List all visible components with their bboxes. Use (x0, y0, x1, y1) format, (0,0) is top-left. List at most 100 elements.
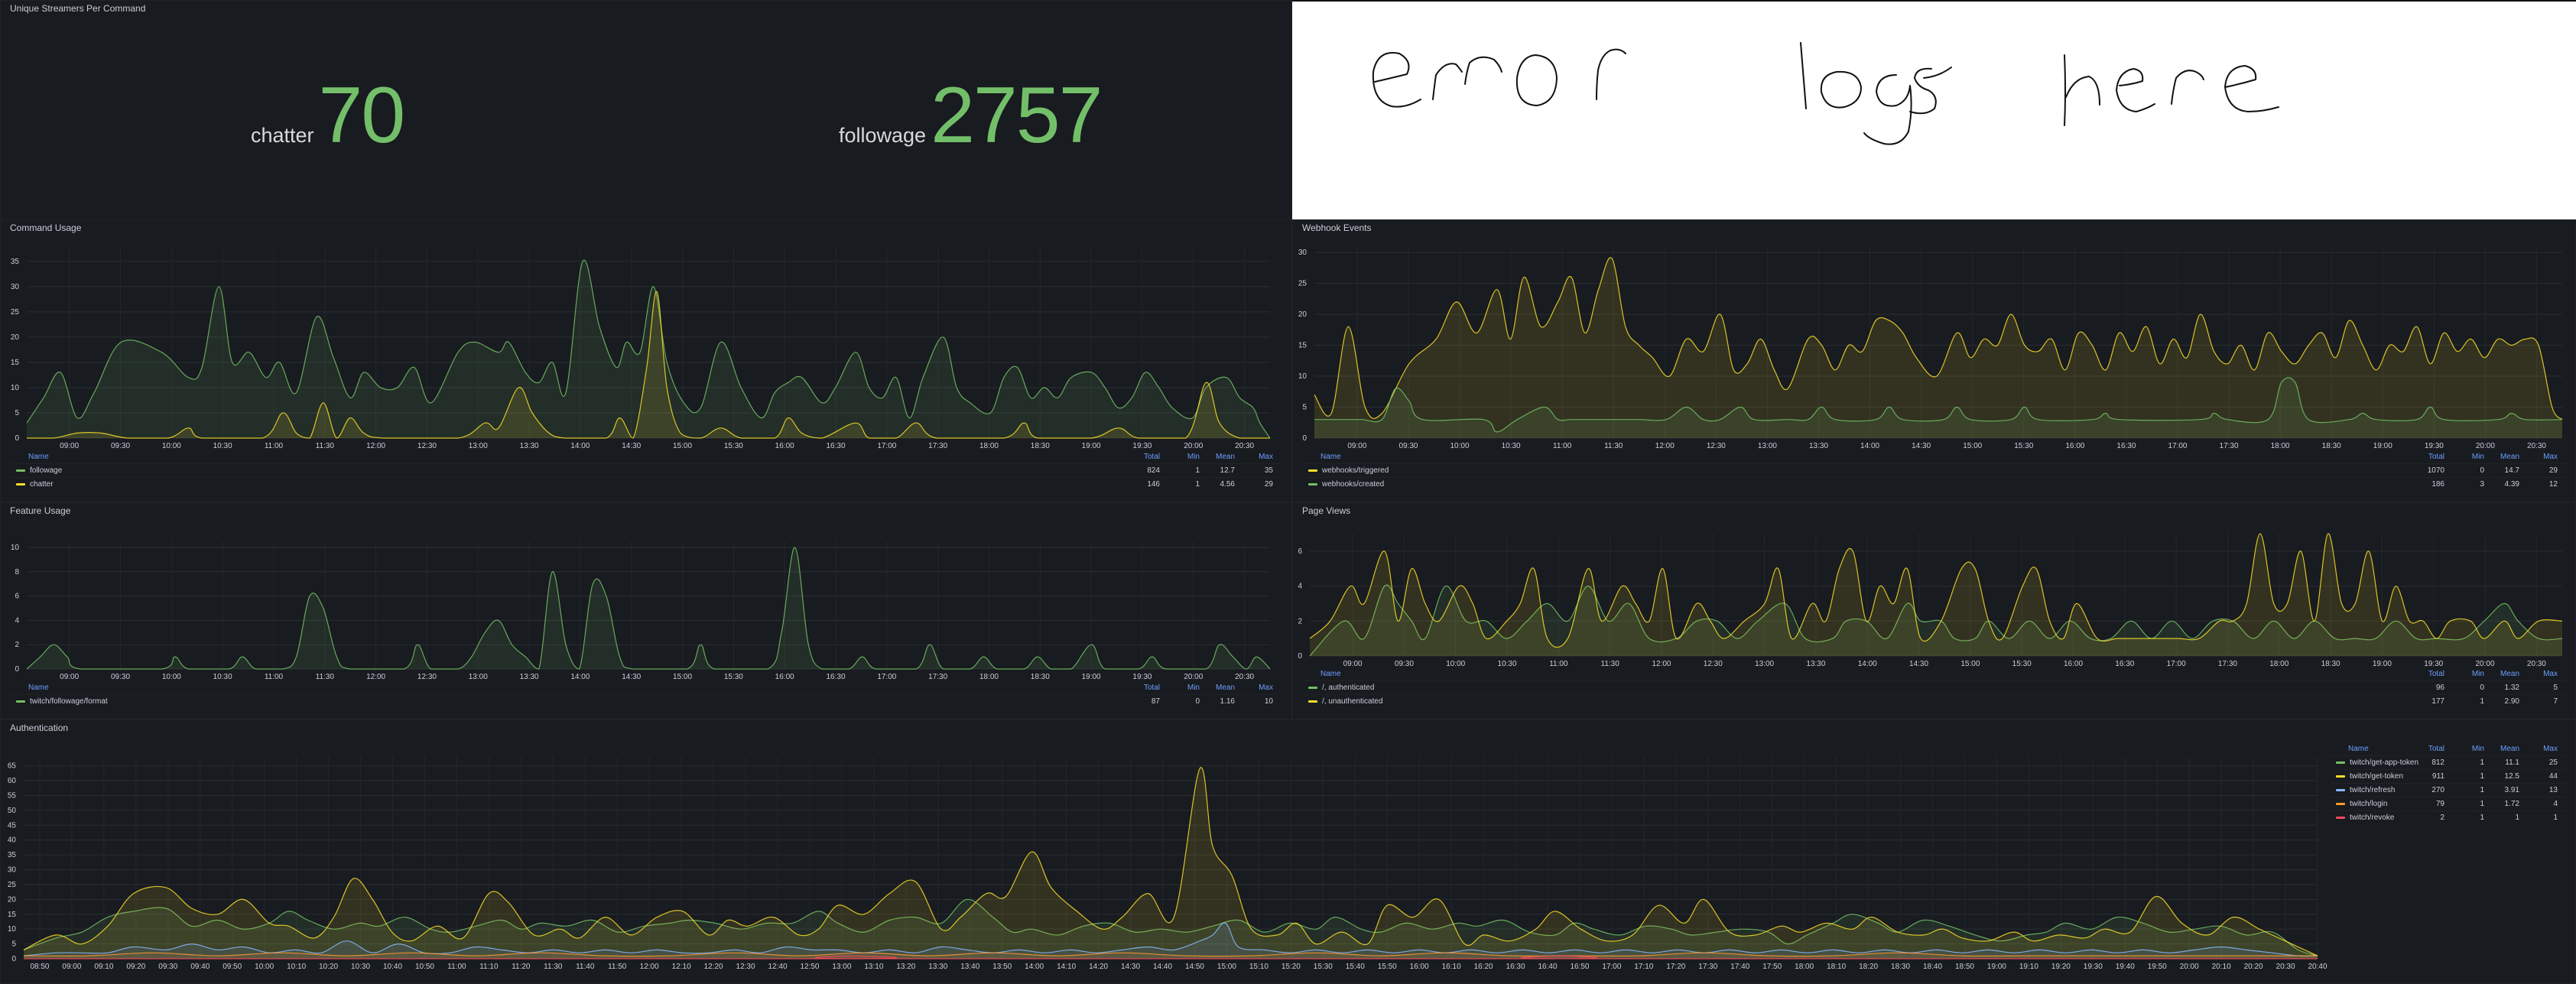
legend-header-max[interactable]: Max (1259, 453, 1273, 461)
y-tick-label: 0 (15, 665, 19, 674)
x-tick-label: 19:40 (2116, 963, 2135, 971)
x-tick-label: 15:10 (1249, 963, 1269, 971)
legend-header-total[interactable]: Total (1144, 684, 1160, 692)
legend-header-min[interactable]: Min (2472, 453, 2484, 461)
legend-series-name[interactable]: twitch/get-app-token (2350, 758, 2418, 767)
legend-header-max[interactable]: Max (1259, 684, 1273, 692)
x-tick-label: 12:30 (417, 442, 437, 450)
legend-header-total[interactable]: Total (2428, 745, 2444, 753)
legend-header-max[interactable]: Max (2543, 670, 2558, 678)
legend-row[interactable]: followage 824 1 12.7 35 (10, 463, 1282, 478)
legend-series-name[interactable]: webhooks/created (1322, 480, 1384, 489)
legend-header-mean[interactable]: Mean (1216, 684, 1235, 692)
legend-header-max[interactable]: Max (2543, 453, 2558, 461)
legend-header-total[interactable]: Total (1144, 453, 1160, 461)
page-views-chart[interactable]: 0 2 4 6 09:00 09:30 10:00 10:30 11:00 11:30 12:00 1… (1293, 503, 2576, 679)
x-tick-label: 16:30 (826, 673, 845, 681)
legend-series-name[interactable]: chatter (30, 480, 54, 489)
legend-header-name[interactable]: Name (1320, 453, 1341, 461)
legend-series-name[interactable]: twitch/revoke (2350, 814, 2394, 822)
x-tick-label: 13:00 (832, 963, 851, 971)
legend-header-max[interactable]: Max (2543, 745, 2558, 753)
panel-title[interactable]: Unique Streamers Per Command (10, 3, 145, 14)
x-tick-label: 10:30 (213, 442, 232, 450)
legend-series-name[interactable]: twitch/login (2350, 800, 2387, 808)
series-area--unauthenticated (1310, 533, 2562, 656)
legend-row[interactable]: chatter 146 1 4.56 29 (10, 477, 1282, 492)
x-tick-label: 18:30 (2322, 442, 2341, 450)
legend-header-mean[interactable]: Mean (2500, 670, 2519, 678)
legend-header-name[interactable]: Name (28, 453, 49, 461)
webhook-events-chart[interactable]: 0 5 10 15 20 25 30 09:00 09:30 10:00 10:30 11:00 11:… (1293, 220, 2576, 465)
x-tick-label: 12:30 (417, 673, 437, 681)
legend-value-mean: 14.7 (2504, 466, 2519, 475)
legend-series-name[interactable]: twitch/followage/format (30, 697, 108, 706)
x-tick-label: 12:40 (768, 963, 787, 971)
x-tick-label: 19:30 (2084, 963, 2103, 971)
legend-header-total[interactable]: Total (2428, 670, 2444, 678)
legend-header-name[interactable]: Name (1320, 670, 1341, 678)
x-tick-label: 12:00 (366, 673, 385, 681)
legend-header-name[interactable]: Name (2348, 745, 2369, 753)
legend-header-mean[interactable]: Mean (2500, 453, 2519, 461)
x-tick-label: 10:30 (351, 963, 370, 971)
x-tick-label: 12:50 (800, 963, 819, 971)
x-tick-label: 16:00 (2065, 442, 2084, 450)
x-tick-label: 10:00 (255, 963, 274, 971)
legend-value-mean: 12.5 (2504, 772, 2519, 781)
y-tick-label: 5 (11, 940, 16, 949)
x-tick-label: 09:30 (111, 442, 130, 450)
legend-value-total: 146 (1147, 480, 1160, 489)
stat-label: followage (839, 124, 927, 147)
legend-header-name[interactable]: Name (28, 684, 49, 692)
x-tick-label: 15:00 (673, 442, 692, 450)
legend-header-min[interactable]: Min (2472, 670, 2484, 678)
legend-row[interactable]: twitch/get-token 911 1 12.5 44 (2330, 769, 2567, 784)
legend-row[interactable]: webhooks/created 186 3 4.39 12 (1302, 477, 2567, 492)
x-tick-label: 18:30 (1891, 963, 1910, 971)
legend-series-name[interactable]: twitch/refresh (2350, 786, 2395, 794)
x-tick-label: 10:20 (319, 963, 338, 971)
webhook-events-panel: Webhook Events 0 5 10 15 20 25 30 09:00 09:30 10:… (1292, 219, 2576, 502)
x-tick-label: 14:30 (1912, 442, 1931, 450)
legend-row[interactable]: /, authenticated 96 0 1.32 5 (1302, 680, 2567, 695)
legend-series-name[interactable]: followage (30, 466, 62, 475)
x-tick-label: 18:50 (1955, 963, 1974, 971)
x-tick-label: 20:30 (2276, 963, 2295, 971)
legend-value-min: 1 (2480, 772, 2484, 781)
command-usage-chart[interactable]: 0 5 10 15 20 25 30 35 09:00 09:30 10:00 10:30 11:00 1… (1, 220, 1292, 465)
authentication-chart[interactable]: 0 5 10 15 20 25 30 35 40 45 50 55 60 65 08:50 09:00 09:1… (1, 720, 2333, 976)
legend-row[interactable]: twitch/followage/format 87 0 1.16 10 (10, 694, 1282, 709)
x-tick-label: 19:00 (1987, 963, 2006, 971)
legend-row[interactable]: twitch/login 79 1 1.72 4 (2330, 797, 2567, 811)
legend-series-name[interactable]: /, unauthenticated (1322, 697, 1383, 706)
legend-row[interactable]: twitch/refresh 270 1 3.91 13 (2330, 783, 2567, 797)
legend-header-min[interactable]: Min (1187, 684, 1200, 692)
x-tick-label: 12:30 (1704, 660, 1723, 668)
x-tick-label: 17:30 (928, 673, 947, 681)
legend-header-total[interactable]: Total (2428, 453, 2444, 461)
legend-value-total: 1070 (2427, 466, 2444, 475)
x-tick-label: 18:00 (2271, 442, 2290, 450)
legend-row[interactable]: twitch/revoke 2 1 1 1 (2330, 810, 2567, 825)
legend-series-name[interactable]: twitch/get-token (2350, 772, 2403, 781)
legend-header-mean[interactable]: Mean (1216, 453, 1235, 461)
legend-value-total: 812 (2431, 758, 2444, 767)
legend-row[interactable]: webhooks/triggered 1070 0 14.7 29 (1302, 463, 2567, 478)
x-tick-label: 16:50 (1570, 963, 1589, 971)
x-tick-label: 14:30 (1909, 660, 1928, 668)
legend-series-name[interactable]: /, authenticated (1322, 684, 1374, 692)
legend-row[interactable]: twitch/get-app-token 812 1 11.1 25 (2330, 755, 2567, 770)
legend-header-min[interactable]: Min (1187, 453, 1200, 461)
legend-series-name[interactable]: webhooks/triggered (1322, 466, 1389, 475)
feature-usage-chart[interactable]: 0 2 4 6 8 10 09:00 09:30 10:00 10:30 11:00 11:30 12:… (1, 503, 1292, 694)
legend-row[interactable]: /, unauthenticated 177 1 2.90 7 (1302, 694, 2567, 709)
legend-header-mean[interactable]: Mean (2500, 745, 2519, 753)
x-tick-label: 15:30 (1314, 963, 1333, 971)
x-tick-label: 19:00 (1082, 442, 1101, 450)
x-tick-label: 17:30 (2218, 660, 2237, 668)
x-tick-label: 19:50 (2148, 963, 2167, 971)
x-tick-label: 10:00 (162, 673, 181, 681)
legend-value-mean: 11.1 (2505, 758, 2519, 767)
legend-header-min[interactable]: Min (2472, 745, 2484, 753)
